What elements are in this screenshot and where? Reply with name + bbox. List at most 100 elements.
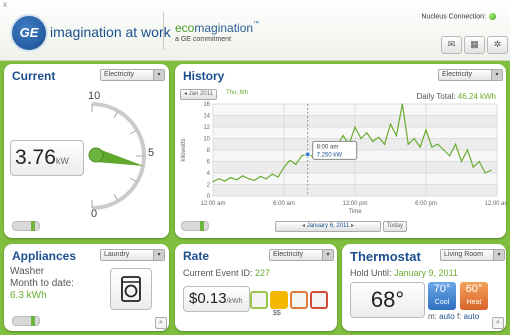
- rate-title: Rate: [183, 249, 210, 263]
- connection-status-icon: [489, 13, 496, 20]
- folder-button[interactable]: ▦: [464, 36, 485, 54]
- x-tick-label: 12:00 am: [484, 201, 506, 207]
- hold-until: Hold Until: January 9, 2011: [350, 268, 458, 278]
- history-data-point: [271, 173, 273, 175]
- heat-label: Heat: [466, 299, 482, 306]
- header-bar: x GE imagination at work ecomagination™ …: [0, 0, 510, 61]
- ecomagination-logo: ecomagination™: [175, 21, 259, 35]
- history-data-point: [236, 179, 238, 181]
- history-dropdown-label: Electricity: [442, 71, 472, 78]
- y-tick-label: 8: [207, 148, 211, 154]
- washer-tile: [110, 268, 152, 310]
- nucleus-connection: Nucleus Connection:: [421, 13, 496, 20]
- history-data-point: [395, 135, 398, 137]
- history-title: History: [183, 69, 225, 83]
- x-tick-label: 6:00 am: [273, 201, 295, 207]
- history-data-point: [224, 180, 226, 182]
- y-tick-label: 2: [207, 183, 211, 189]
- x-tick-label: 12:00 am: [200, 201, 225, 207]
- current-event: Current Event ID: 227: [183, 268, 270, 278]
- mail-button[interactable]: ✉: [441, 36, 462, 54]
- y-tick-label: 4: [207, 171, 211, 177]
- history-data-point: [253, 179, 256, 182]
- eco-tm: ™: [253, 21, 260, 27]
- tooltip-time: 8:00 am: [317, 144, 339, 150]
- y-tick-label: 10: [203, 137, 210, 143]
- date-navigator[interactable]: ◂ January 6, 2011 ▸: [275, 221, 381, 232]
- history-data-point: [354, 126, 356, 128]
- y-tick-label: 14: [203, 114, 210, 120]
- x-tick-label: 6:00 pm: [415, 201, 437, 207]
- month-to-date-label: Month to date:: [10, 278, 74, 289]
- room-dropdown[interactable]: Living Room ▾: [440, 249, 505, 261]
- heat-setpoint-button[interactable]: 60° Heat: [460, 282, 488, 310]
- tier-indicator-2: [270, 291, 288, 309]
- appliances-toggle[interactable]: [12, 316, 40, 326]
- price-unit: /kWh: [226, 298, 243, 305]
- thermostat-zoom-icon[interactable]: ⌕: [492, 317, 504, 329]
- appliance-category-dropdown[interactable]: Laundry ▾: [100, 249, 165, 261]
- current-value-display: 3.76kW: [10, 140, 84, 176]
- history-data-point: [301, 155, 303, 157]
- y-tick-label: 16: [203, 102, 210, 108]
- history-data-point: [342, 135, 344, 137]
- mode-value[interactable]: auto: [439, 312, 455, 321]
- history-data-point: [401, 103, 403, 105]
- header-divider: [163, 12, 164, 50]
- date-prev-icon[interactable]: ◂: [302, 223, 305, 229]
- gauge-hub: [88, 147, 104, 163]
- x-tick-label: 12:00 pm: [342, 201, 367, 207]
- eco-main: magination: [194, 21, 254, 35]
- gauge-label-max: 10: [88, 90, 101, 102]
- fan-value[interactable]: auto: [464, 312, 480, 321]
- history-data-point: [419, 146, 421, 148]
- history-energy-dropdown[interactable]: Electricity ▾: [438, 69, 503, 81]
- chevron-down-icon: ▾: [153, 250, 164, 260]
- mode-fan-status: m: auto f: auto: [428, 312, 479, 321]
- cool-setpoint-button[interactable]: 70° Cool: [428, 282, 456, 310]
- date-next-icon[interactable]: ▸: [351, 223, 354, 229]
- current-toggle[interactable]: [12, 221, 40, 231]
- appliances-zoom-icon[interactable]: ⌕: [155, 317, 167, 329]
- close-icon[interactable]: x: [3, 0, 7, 9]
- history-data-point: [443, 149, 445, 151]
- history-data-point: [277, 176, 279, 178]
- event-label: Current Event ID:: [183, 268, 253, 278]
- y-tick-label: 6: [207, 160, 211, 166]
- today-button[interactable]: Today: [383, 221, 408, 232]
- history-data-point: [230, 177, 232, 179]
- nucleus-label: Nucleus Connection:: [421, 13, 486, 21]
- mode-label: m:: [428, 312, 437, 321]
- folder-icon: ▦: [470, 39, 479, 49]
- history-data-point: [378, 136, 380, 138]
- history-data-point: [383, 143, 386, 145]
- price-display: $0.13/kWh: [183, 286, 250, 312]
- eco-subtitle: a GE commitment: [175, 36, 232, 43]
- rate-energy-dropdown[interactable]: Electricity ▾: [269, 249, 334, 261]
- chevron-down-icon: ▾: [491, 70, 502, 80]
- history-data-point: [478, 160, 480, 163]
- room-dropdown-label: Living Room: [444, 251, 483, 258]
- rate-panel: Rate Electricity ▾ Current Event ID: 227 …: [175, 244, 337, 331]
- tier-indicator-1: [250, 291, 268, 309]
- appliances-title: Appliances: [12, 249, 77, 263]
- prev-month-button[interactable]: ◂ Jan 2011: [180, 89, 217, 100]
- history-panel: History Electricity ▾ ◂ Jan 2011 Thu, 6th…: [175, 64, 506, 238]
- history-data-point: [218, 178, 220, 180]
- chevron-down-icon: ▾: [322, 250, 333, 260]
- settings-button[interactable]: ✲: [487, 36, 508, 54]
- day-label: Thu, 6th: [226, 90, 249, 96]
- history-data-point: [484, 172, 486, 174]
- current-unit: kW: [55, 156, 69, 166]
- current-panel: Current Electricity ▾ 10 5 0 3.76kW: [4, 64, 169, 238]
- tier-indicator-3: [290, 291, 308, 309]
- fan-label: f:: [456, 312, 462, 321]
- month-to-date-value: 6.3 kWh: [10, 290, 47, 301]
- history-toggle[interactable]: [181, 221, 209, 231]
- appliances-panel: Appliances Laundry ▾ Washer Month to date…: [4, 244, 169, 331]
- history-data-point: [431, 146, 433, 148]
- gauge-label-mid: 5: [148, 147, 155, 159]
- history-data-point: [437, 143, 439, 145]
- thermostat-title: Thermostat: [350, 249, 421, 264]
- history-data-point: [360, 137, 362, 140]
